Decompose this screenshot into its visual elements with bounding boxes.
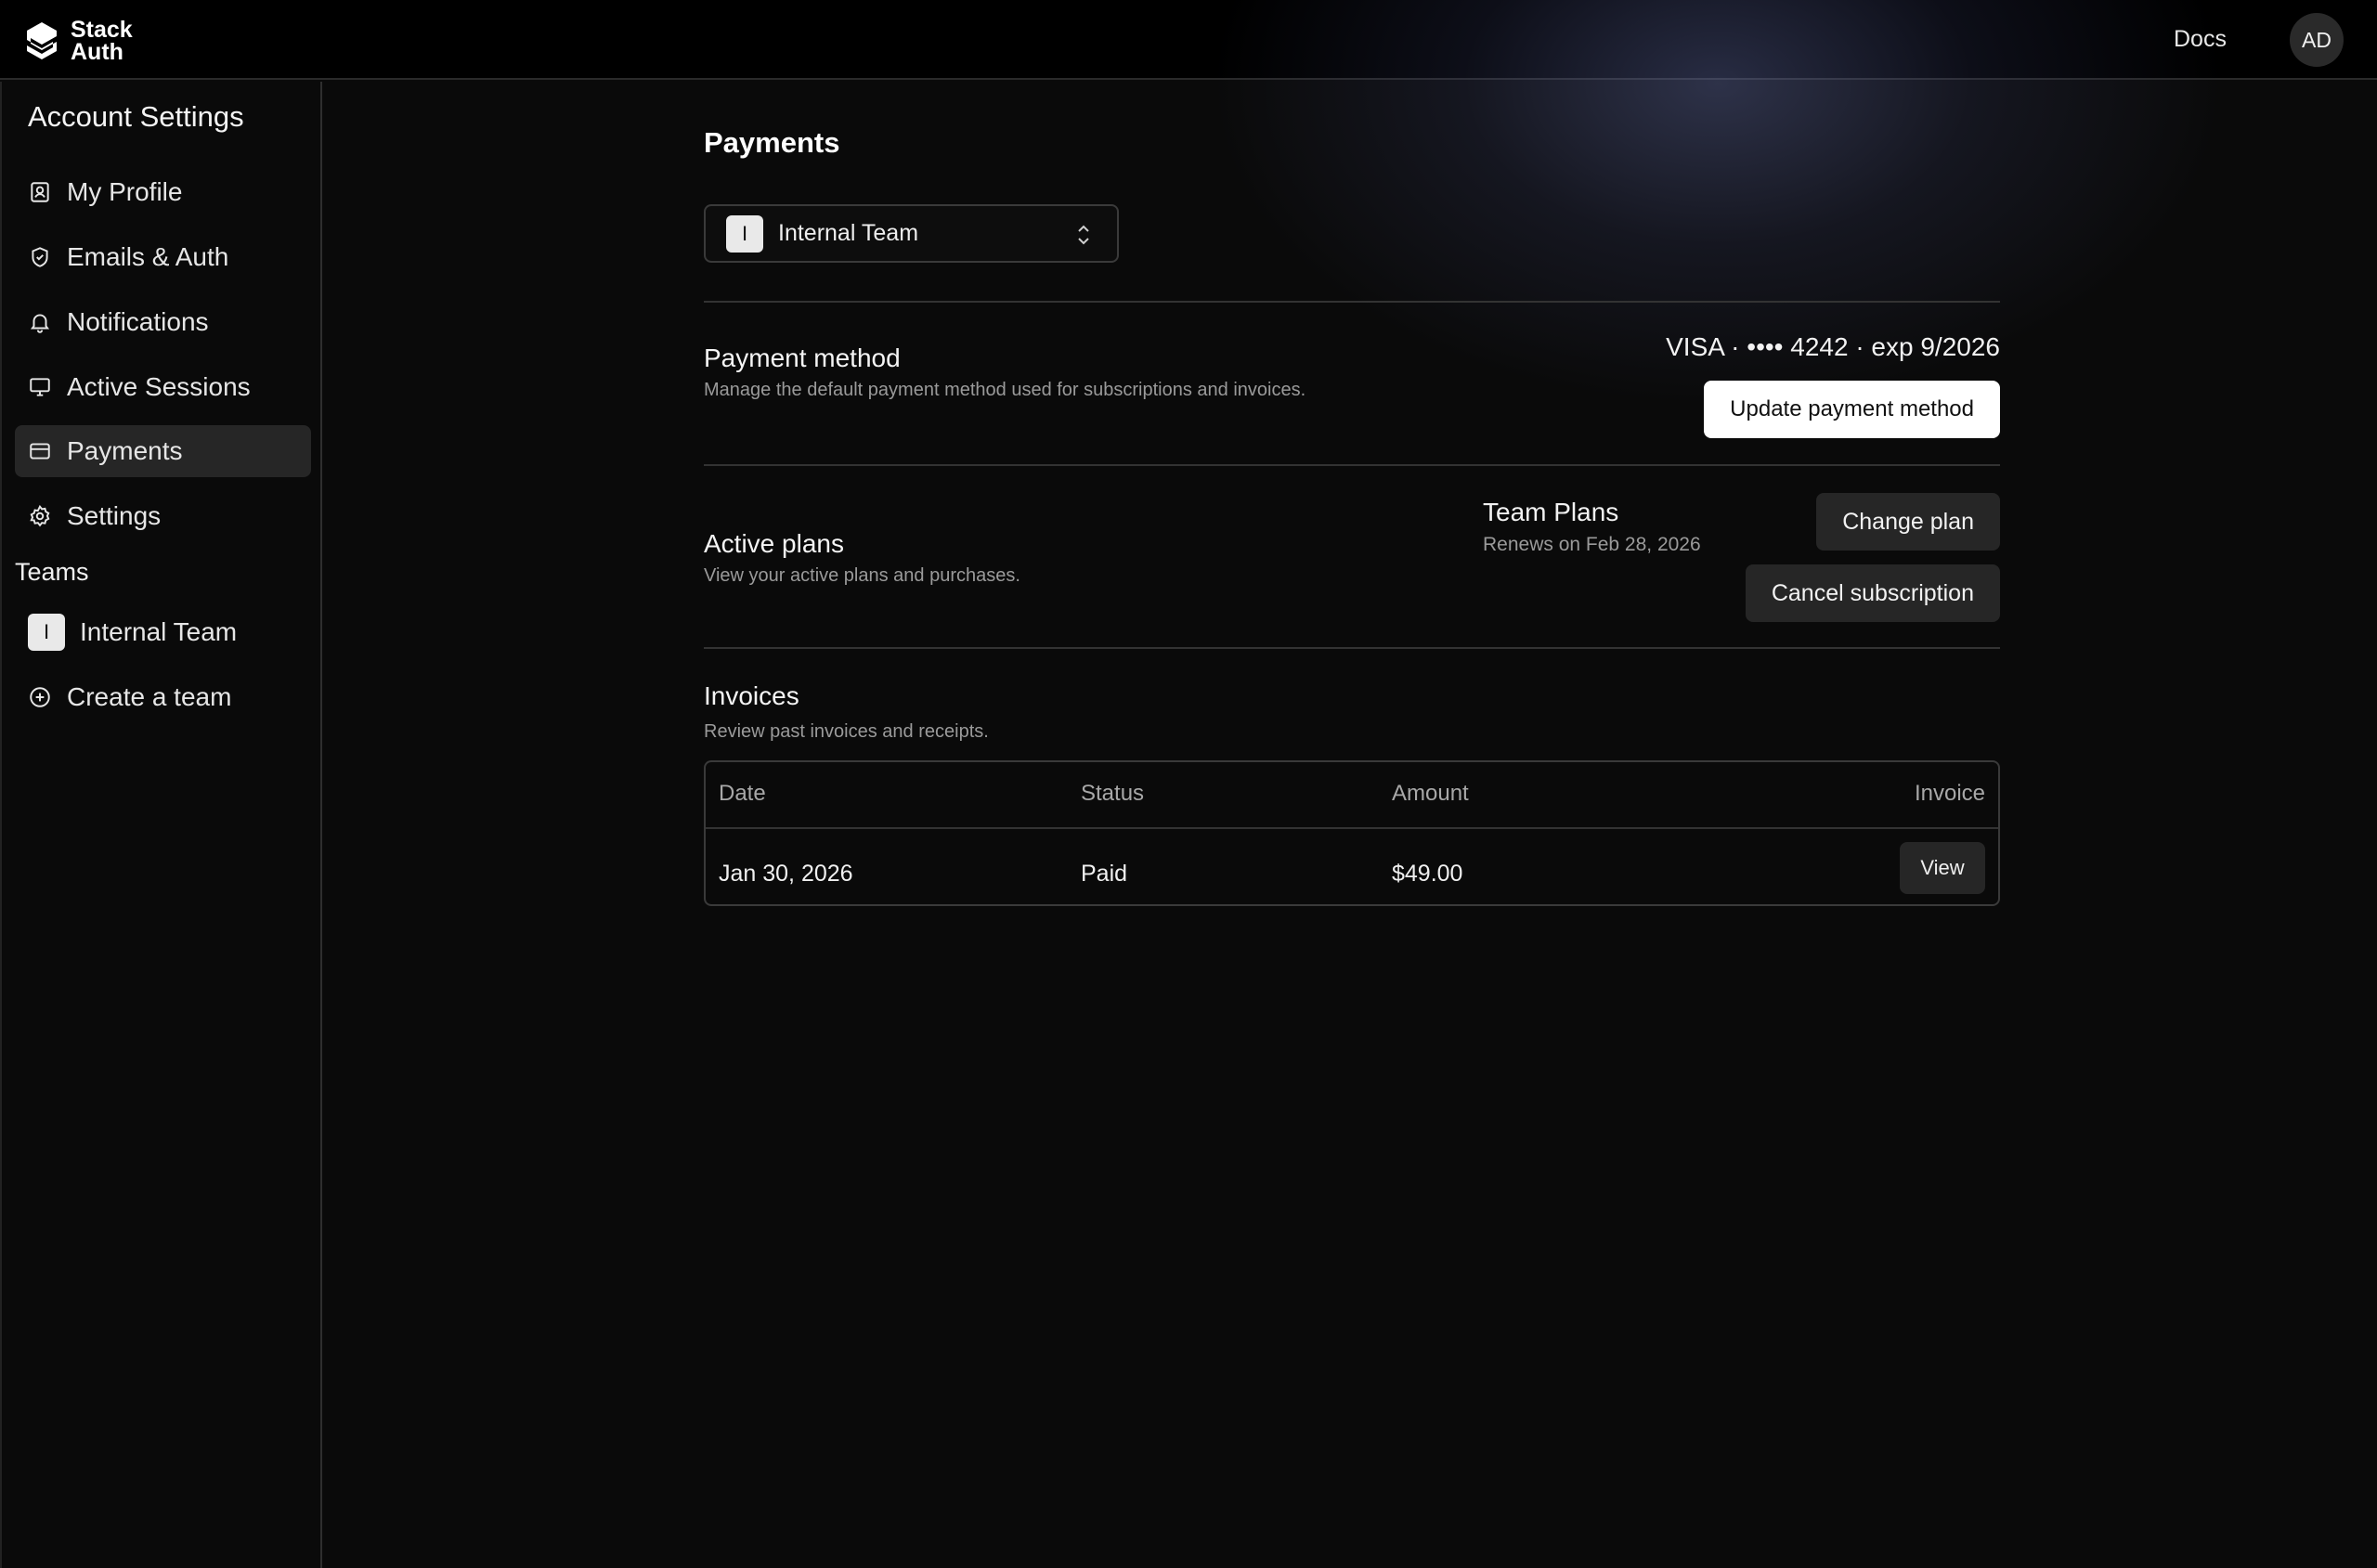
sidebar-item-label: Create a team bbox=[67, 682, 232, 711]
chevron-up-down-icon bbox=[1078, 225, 1089, 245]
invoices-description: Review past invoices and receipts. bbox=[704, 721, 989, 742]
sidebar-item-label: Notifications bbox=[67, 307, 209, 336]
column-header-status: Status bbox=[1081, 781, 1145, 806]
payment-method-description: Manage the default payment method used f… bbox=[704, 380, 1306, 400]
logo-line-1: Stack bbox=[71, 17, 133, 43]
sidebar-item-create-team[interactable]: Create a team bbox=[15, 671, 311, 723]
sidebar-item-label: Settings bbox=[67, 501, 162, 530]
stack-logo-icon bbox=[27, 22, 57, 59]
teams-heading: Teams bbox=[15, 558, 89, 586]
section-divider bbox=[704, 647, 2000, 649]
sidebar-item-label: Emails & Auth bbox=[67, 242, 229, 271]
sidebar-item-settings[interactable]: Settings bbox=[15, 490, 311, 542]
sidebar-item-label: Active Sessions bbox=[67, 372, 251, 401]
sidebar-item-label: Internal Team bbox=[80, 617, 238, 646]
profile-icon bbox=[31, 182, 49, 202]
team-selector[interactable]: I Internal Team bbox=[704, 204, 1119, 263]
section-divider bbox=[704, 464, 2000, 466]
active-plans-description: View your active plans and purchases. bbox=[704, 565, 1020, 586]
sidebar-item-active-sessions[interactable]: Active Sessions bbox=[15, 361, 311, 413]
table-header-divider bbox=[706, 827, 1998, 829]
stack-auth-logo[interactable]: Stack Auth bbox=[24, 17, 133, 65]
sidebar-item-emails-auth[interactable]: Emails & Auth bbox=[15, 231, 311, 283]
section-divider bbox=[704, 301, 2000, 303]
bell-icon bbox=[30, 314, 50, 333]
invoices-title: Invoices bbox=[704, 681, 799, 710]
sidebar-item-notifications[interactable]: Notifications bbox=[15, 296, 311, 348]
column-header-date: Date bbox=[719, 781, 766, 806]
sidebar-item-my-profile[interactable]: My Profile bbox=[15, 166, 311, 218]
docs-link[interactable]: Docs bbox=[2174, 26, 2227, 53]
user-avatar[interactable]: AD bbox=[2290, 13, 2344, 67]
payment-method-title: Payment method bbox=[704, 343, 901, 372]
monitor-icon bbox=[30, 378, 50, 396]
invoice-status: Paid bbox=[1081, 861, 1128, 887]
gear-icon bbox=[30, 504, 50, 527]
view-invoice-button[interactable]: View bbox=[1900, 842, 1985, 894]
top-bar: Stack Auth Docs AD bbox=[0, 0, 2377, 408]
sidebar-title: Account Settings bbox=[28, 100, 244, 133]
sidebar-item-label: My Profile bbox=[67, 177, 183, 206]
plus-circle-icon bbox=[30, 687, 50, 707]
page-title: Payments bbox=[704, 126, 840, 159]
sidebar-item-payments[interactable]: Payments bbox=[15, 425, 311, 477]
team-avatar: I bbox=[726, 214, 763, 253]
shield-icon bbox=[32, 247, 48, 267]
sidebar-item-internal-team[interactable]: I Internal Team bbox=[15, 606, 311, 658]
credit-card-icon bbox=[30, 443, 50, 460]
change-plan-button[interactable]: Change plan bbox=[1816, 493, 2000, 551]
active-plans-title: Active plans bbox=[704, 529, 844, 558]
plan-name: Team Plans bbox=[1483, 498, 1619, 526]
sidebar-item-label: Payments bbox=[67, 436, 183, 465]
invoices-table: Date Status Amount Invoice Jan 30, 2026 … bbox=[704, 760, 2000, 906]
sidebar: Account Settings My Profile Emails & Aut… bbox=[0, 82, 322, 1568]
plan-renewal-date: Renews on Feb 28, 2026 bbox=[1483, 534, 1701, 555]
team-avatar: I bbox=[28, 614, 65, 651]
invoice-amount: $49.00 bbox=[1392, 861, 1463, 887]
column-header-invoice: Invoice bbox=[1914, 781, 1985, 806]
column-header-amount: Amount bbox=[1392, 781, 1469, 806]
team-selector-value: Internal Team bbox=[778, 220, 919, 246]
logo-wordmark: Stack Auth bbox=[71, 17, 133, 65]
logo-line-2: Auth bbox=[71, 39, 123, 65]
invoice-date: Jan 30, 2026 bbox=[719, 861, 853, 887]
update-payment-method-button[interactable]: Update payment method bbox=[1704, 381, 2000, 438]
cancel-subscription-button[interactable]: Cancel subscription bbox=[1745, 564, 2000, 622]
card-info: VISA · •••• 4242 · exp 9/2026 bbox=[1666, 332, 2000, 361]
